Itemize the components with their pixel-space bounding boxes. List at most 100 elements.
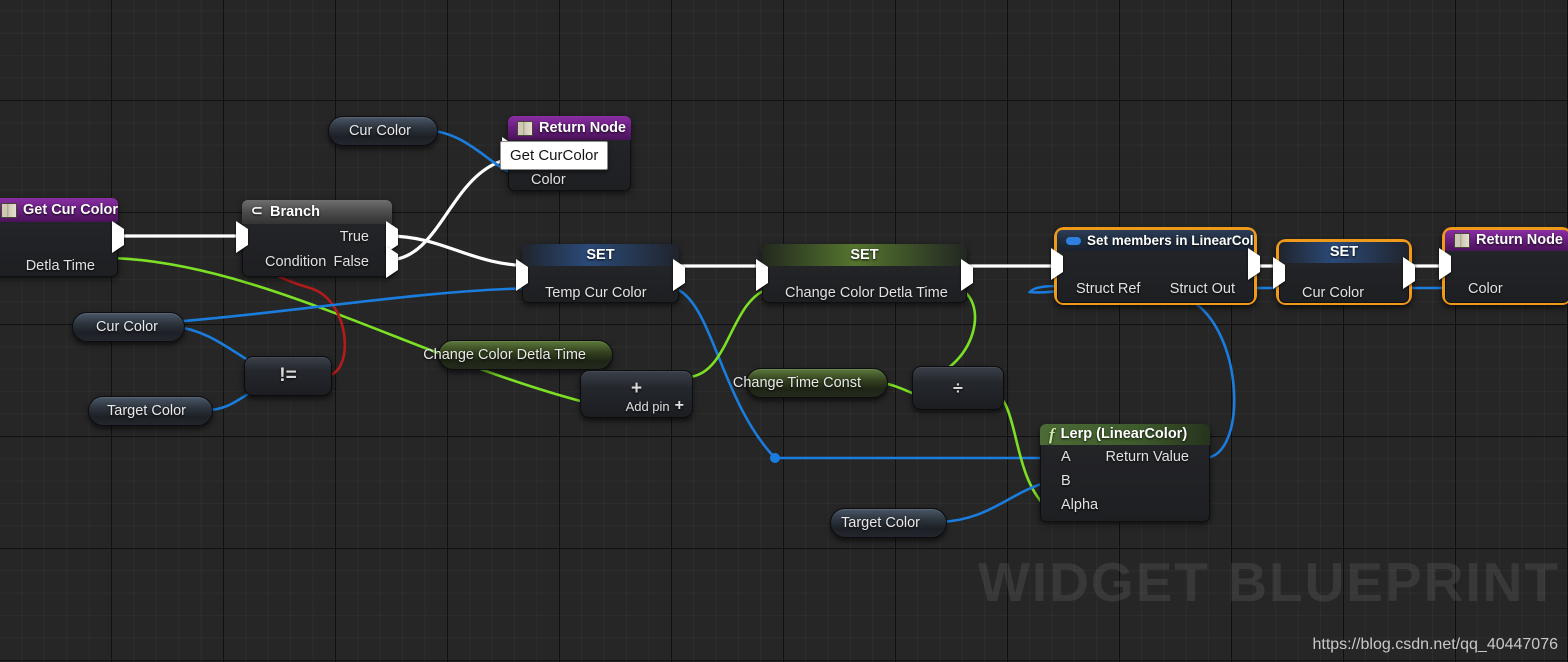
- struct-icon: [1066, 236, 1081, 245]
- node-header: Set members in LinearColor: [1057, 230, 1254, 251]
- node-header: ⊂ Branch: [242, 200, 392, 224]
- node-get-cur-color[interactable]: Get Cur Color Detla Time: [0, 198, 124, 280]
- node-body: Detla Time: [0, 221, 124, 280]
- input-label-color: Color: [531, 172, 566, 188]
- node-body: Cur Color: [1273, 257, 1415, 303]
- node-row-exec-in: [1439, 248, 1568, 280]
- node-header: Return Node: [508, 116, 631, 140]
- node-set-members-in-linearcolor[interactable]: Set members in LinearColor Struct Ref St…: [1051, 227, 1260, 305]
- input-label-change-color-detla-time: Change Color Detla Time: [785, 285, 948, 301]
- node-title: SET: [586, 247, 615, 263]
- node-row-struct: Struct Ref Struct Out: [1058, 277, 1253, 301]
- input-label-a: A: [1061, 449, 1071, 465]
- node-row-exec: [1273, 257, 1415, 289]
- node-divide[interactable]: ÷: [912, 366, 1004, 410]
- variable-get-change-color-detla-time[interactable]: Change Color Detla Time: [423, 340, 613, 370]
- exec-input-pin[interactable]: [756, 259, 768, 291]
- node-row-exec-out: [0, 221, 124, 253]
- node-not-equal[interactable]: !=: [244, 356, 332, 396]
- variable-label: Target Color: [107, 403, 186, 419]
- exec-input-pin[interactable]: [1273, 257, 1285, 289]
- tooltip-get-curcolor: Get CurColor: [500, 141, 609, 170]
- variable-label: Cur Color: [95, 319, 158, 335]
- input-label-temp-cur-color: Temp Cur Color: [545, 285, 647, 301]
- exec-input-pin[interactable]: [236, 221, 248, 253]
- book-icon: [517, 120, 533, 136]
- variable-label: Change Time Const: [732, 375, 861, 391]
- book-icon: [1, 202, 17, 218]
- variable-label: Target Color: [841, 515, 920, 531]
- output-label-struct-out: Struct Out: [1169, 281, 1235, 297]
- input-label-struct-ref: Struct Ref: [1076, 281, 1141, 297]
- exec-output-pin[interactable]: [1248, 248, 1260, 280]
- node-set-cur-color[interactable]: SET Cur Color: [1273, 239, 1415, 305]
- node-row-color: Color: [1446, 277, 1568, 301]
- node-row-color: Color: [509, 166, 630, 194]
- variable-label: Change Color Detla Time: [423, 347, 586, 363]
- exec-output-pin[interactable]: [673, 259, 685, 291]
- node-row-temp-cur-color: Temp Cur Color: [523, 284, 678, 302]
- node-return-node-right[interactable]: Return Node Color: [1439, 227, 1568, 305]
- exec-input-pin[interactable]: [1439, 248, 1451, 280]
- input-label-condition: Condition: [265, 254, 327, 270]
- node-lerp-linearcolor[interactable]: f Lerp (LinearColor) A Return Value B Al…: [1040, 424, 1210, 522]
- node-row-exec: [1051, 248, 1260, 280]
- add-pin-label: Add pin: [625, 398, 670, 414]
- variable-get-change-time-const[interactable]: Change Time Const: [733, 368, 888, 398]
- input-label-cur-color: Cur Color: [1302, 284, 1365, 301]
- node-body: Color: [1439, 248, 1568, 303]
- node-header: Return Node: [1445, 230, 1568, 251]
- exec-input-pin[interactable]: [516, 259, 528, 291]
- watermark-url: https://blog.csdn.net/qq_40447076: [1312, 636, 1558, 653]
- node-header: f Lerp (LinearColor): [1040, 424, 1210, 445]
- node-body: Temp Cur Color: [516, 259, 685, 303]
- input-label-b: B: [1061, 473, 1071, 489]
- exec-output-pin-true[interactable]: [386, 221, 398, 253]
- node-title: Get Cur Color: [23, 202, 118, 218]
- node-set-temp-cur-color[interactable]: SET Temp Cur Color: [516, 244, 685, 303]
- node-body: Change Color Detla Time: [756, 259, 973, 303]
- exec-output-pin[interactable]: [1403, 257, 1415, 289]
- add-pin-button[interactable]: Add pin +: [626, 398, 684, 414]
- node-body: A Return Value B Alpha: [1040, 445, 1210, 522]
- exec-output-pin[interactable]: [961, 259, 973, 291]
- input-label-alpha: Alpha: [1061, 497, 1099, 513]
- input-label-color: Color: [1468, 281, 1503, 297]
- watermark-widget-blueprint: WIDGET BLUEPRINT: [978, 551, 1560, 613]
- node-header: Get Cur Color: [0, 198, 118, 222]
- node-title: SET: [1329, 244, 1359, 260]
- blueprint-graph-canvas[interactable]: Get Cur Color Detla Time ⊂ Branch True C…: [0, 0, 1568, 662]
- variable-get-target-color-left[interactable]: Target Color: [88, 396, 213, 426]
- node-body: True Condition False: [236, 221, 398, 278]
- node-branch[interactable]: ⊂ Branch True Condition False: [236, 200, 398, 278]
- exec-output-pin-false[interactable]: [386, 246, 398, 278]
- node-title: SET: [850, 247, 879, 263]
- node-add[interactable]: + Add pin +: [580, 370, 693, 418]
- exec-input-pin[interactable]: [1051, 248, 1063, 280]
- node-row-exec: [516, 259, 685, 291]
- variable-get-cur-color-left[interactable]: Cur Color: [72, 312, 185, 342]
- node-set-change-color-detla-time[interactable]: SET Change Color Detla Time: [756, 244, 973, 303]
- exec-output-pin[interactable]: [112, 221, 124, 253]
- node-row-detla-time: Detla Time: [0, 252, 117, 280]
- branch-icon: ⊂: [251, 203, 263, 219]
- variable-get-cur-color-top[interactable]: Cur Color: [328, 116, 438, 146]
- node-header: SET: [1279, 242, 1409, 263]
- node-title: Branch: [270, 204, 320, 220]
- node-row-cur-color: Cur Color: [1280, 283, 1408, 302]
- node-row-a: A Return Value: [1041, 445, 1209, 469]
- node-title: Lerp (LinearColor): [1060, 426, 1188, 442]
- output-label-return-value: Return Value: [1105, 449, 1189, 465]
- output-label-false: False: [333, 254, 369, 270]
- output-label-detla-time: Detla Time: [25, 258, 95, 274]
- variable-get-target-color-bottom[interactable]: Target Color: [830, 508, 947, 538]
- node-body: Struct Ref Struct Out: [1051, 248, 1260, 303]
- node-row-change-color-detla-time: Change Color Detla Time: [763, 284, 966, 302]
- operator-symbol: !=: [279, 365, 297, 386]
- function-icon: f: [1049, 424, 1055, 444]
- node-title: Return Node: [539, 120, 626, 136]
- node-row-exec: True: [236, 221, 398, 253]
- node-row-condition: Condition False: [243, 246, 398, 278]
- node-row-exec: [756, 259, 973, 291]
- node-row-b: B: [1041, 469, 1209, 493]
